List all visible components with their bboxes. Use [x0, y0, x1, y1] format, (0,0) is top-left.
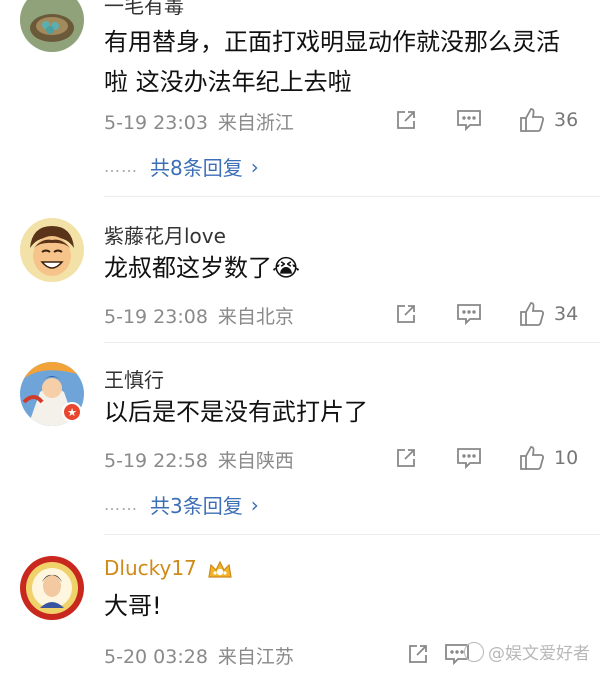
thumbs-up-icon — [520, 446, 545, 470]
crown-vip-icon — [208, 560, 232, 578]
watermark-text: @娱文爱好者 — [488, 644, 590, 664]
comment-button[interactable] — [456, 302, 482, 326]
username[interactable]: 紫藤花月love — [104, 220, 226, 249]
comment-button[interactable] — [456, 446, 482, 470]
avatar[interactable] — [20, 218, 84, 282]
comment-text: 有用替身，正面打戏明显动作就没那么灵活啦 这没办法年纪上去啦 — [104, 28, 560, 96]
share-button[interactable] — [394, 446, 418, 470]
like-count: 10 — [554, 447, 579, 469]
share-icon — [397, 305, 415, 323]
like-button[interactable]: 34 — [518, 300, 578, 328]
chevron-right-icon: › — [250, 492, 259, 517]
share-icon — [409, 645, 427, 663]
comment-location: 来自北京 — [217, 306, 294, 328]
chevron-right-icon: › — [250, 154, 259, 179]
comment-meta: 5-20 03:28 来自江苏 — [104, 642, 294, 669]
like-button[interactable]: 10 — [518, 444, 578, 472]
avatar[interactable] — [20, 556, 84, 620]
divider — [104, 534, 600, 535]
comment-date: 5-19 23:03 — [104, 112, 208, 134]
view-replies-link[interactable]: …… 共3条回复 › — [104, 490, 259, 519]
share-button[interactable] — [406, 642, 430, 666]
comment-date: 5-20 03:28 — [104, 646, 208, 668]
comment-text: 大哥! — [104, 592, 162, 620]
username[interactable]: 一毛有毒 — [104, 0, 184, 19]
username-text: Dlucky17 — [104, 556, 197, 580]
username[interactable]: Dlucky17 — [104, 556, 233, 581]
view-replies-link[interactable]: …… 共8条回复 › — [104, 152, 259, 181]
verified-badge-icon: ★ — [62, 402, 82, 422]
comment-icon — [457, 304, 481, 326]
replies-label: 共8条回复 — [150, 156, 243, 180]
like-count: 34 — [554, 303, 579, 325]
thumbs-up-icon — [520, 302, 545, 326]
comment-button[interactable] — [456, 108, 482, 132]
share-button[interactable] — [394, 108, 418, 132]
dots-icon: …… — [104, 157, 138, 176]
comment-meta: 5-19 23:08 来自北京 — [104, 302, 294, 329]
comment-text: 龙叔都这岁数了😭 — [104, 254, 301, 282]
comment-date: 5-19 22:58 — [104, 450, 208, 472]
avatar[interactable] — [20, 0, 84, 52]
divider — [104, 196, 600, 197]
replies-label: 共3条回复 — [150, 494, 243, 518]
watermark: @娱文爱好者 — [464, 639, 590, 664]
dots-icon: …… — [104, 495, 138, 514]
comment-text: 以后是不是没有武打片了 — [104, 398, 368, 426]
comment-date: 5-19 23:08 — [104, 306, 208, 328]
share-icon — [397, 449, 415, 467]
share-icon — [397, 111, 415, 129]
share-button[interactable] — [394, 302, 418, 326]
comment-meta: 5-19 22:58 来自陕西 — [104, 446, 294, 473]
comment-location: 来自浙江 — [217, 112, 294, 134]
comment-icon — [457, 110, 481, 132]
like-count: 36 — [554, 109, 579, 131]
comment-location: 来自江苏 — [217, 646, 294, 668]
comment-meta: 5-19 23:03 来自浙江 — [104, 108, 294, 135]
comment-location: 来自陕西 — [217, 450, 294, 472]
username[interactable]: 王慎行 — [104, 364, 164, 393]
like-button[interactable]: 36 — [518, 106, 578, 134]
watermark-logo-icon — [464, 641, 484, 662]
thumbs-up-icon — [520, 108, 545, 132]
comment-icon — [457, 448, 481, 470]
divider — [104, 342, 600, 343]
